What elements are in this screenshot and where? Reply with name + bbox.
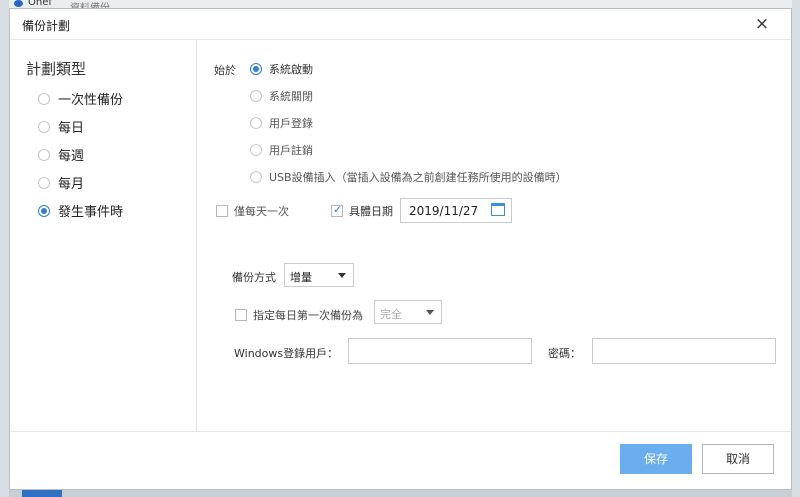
app-logo-icon: [14, 0, 23, 7]
specific-date-label: 具體日期: [349, 205, 393, 218]
date-value: 2019/11/27: [409, 204, 479, 218]
trigger-option-label: USB設備插入（當插入設備為之前創建任務所使用的設備時）: [269, 171, 567, 184]
plan-option-event[interactable]: 發生事件時: [38, 201, 123, 221]
trigger-option-usb-insert[interactable]: USB設備插入（當插入設備為之前創建任務所使用的設備時）: [250, 169, 567, 185]
plan-option-label: 每週: [58, 149, 85, 164]
calendar-icon[interactable]: [491, 203, 505, 216]
radio-icon[interactable]: [38, 176, 50, 189]
trigger-option-system-startup[interactable]: 系統啟動: [250, 61, 313, 77]
save-button[interactable]: 保存: [620, 444, 692, 474]
trigger-option-label: 用戶登錄: [269, 117, 313, 130]
once-per-day-checkbox[interactable]: 僅每天一次: [216, 203, 289, 219]
plan-option-once[interactable]: 一次性備份: [38, 89, 123, 109]
chevron-down-icon: [426, 310, 434, 315]
trigger-option-system-shutdown[interactable]: 系統關閉: [250, 88, 313, 104]
checkbox-icon[interactable]: [216, 205, 228, 217]
dialog-title: 備份計劃: [22, 19, 71, 33]
checkbox-icon[interactable]: [235, 309, 247, 321]
plan-type-heading: 計劃類型: [26, 60, 87, 78]
radio-icon[interactable]: [250, 63, 262, 75]
plan-option-monthly[interactable]: 每月: [38, 173, 84, 193]
plan-option-weekly[interactable]: 每週: [38, 145, 84, 165]
trigger-option-user-logoff[interactable]: 用戶註銷: [250, 142, 313, 158]
close-icon[interactable]: ×: [750, 13, 774, 35]
background-app-title: Onef: [28, 0, 52, 8]
radio-icon[interactable]: [38, 204, 50, 217]
password-label: 密碼：: [548, 347, 581, 360]
plan-option-daily[interactable]: 每日: [38, 117, 84, 137]
windows-user-input[interactable]: [348, 338, 532, 364]
background-right-edge: [792, 0, 800, 497]
radio-icon[interactable]: [250, 117, 262, 129]
backup-mode-select[interactable]: 增量: [284, 263, 354, 287]
radio-icon[interactable]: [250, 90, 262, 102]
trigger-option-label: 系統啟動: [269, 63, 313, 76]
chevron-down-icon: [338, 273, 346, 278]
backup-schedule-dialog: 備份計劃 × 計劃類型 一次性備份 每日 每週 每月 發生事件時 始於 系統啟動…: [9, 8, 792, 490]
radio-icon[interactable]: [250, 171, 262, 183]
dialog-footer: 保存 取消: [10, 431, 791, 490]
specific-date-checkbox[interactable]: 具體日期: [331, 203, 393, 219]
first-backup-checkbox[interactable]: 指定每日第一次備份為: [235, 307, 363, 323]
first-backup-value: 完全: [380, 308, 402, 321]
windows-user-label: Windows登錄用戶：: [234, 347, 339, 360]
backup-mode-label: 備份方式: [232, 271, 276, 284]
password-input[interactable]: [592, 338, 776, 364]
background-left-edge: [0, 0, 9, 497]
plan-option-label: 每日: [58, 121, 85, 136]
radio-icon[interactable]: [38, 92, 50, 105]
plan-option-label: 發生事件時: [58, 205, 124, 220]
first-backup-label: 指定每日第一次備份為: [253, 309, 363, 322]
radio-icon[interactable]: [250, 144, 262, 156]
radio-icon[interactable]: [38, 148, 50, 161]
trigger-label: 始於: [214, 64, 236, 77]
plan-option-label: 一次性備份: [58, 93, 124, 108]
first-backup-select[interactable]: 完全: [374, 300, 442, 324]
once-per-day-label: 僅每天一次: [234, 205, 289, 218]
dialog-titlebar: 備份計劃 ×: [10, 9, 791, 40]
radio-icon[interactable]: [38, 120, 50, 133]
plan-type-panel: 計劃類型 一次性備份 每日 每週 每月 發生事件時: [10, 40, 197, 431]
date-field[interactable]: 2019/11/27: [400, 198, 512, 223]
trigger-option-label: 用戶註銷: [269, 144, 313, 157]
backup-mode-value: 增量: [290, 271, 312, 284]
checkmark-icon[interactable]: [331, 203, 343, 217]
trigger-option-label: 系統關閉: [269, 90, 313, 103]
plan-option-label: 每月: [58, 177, 85, 192]
trigger-option-user-logon[interactable]: 用戶登錄: [250, 115, 313, 131]
cancel-button[interactable]: 取消: [702, 444, 774, 474]
